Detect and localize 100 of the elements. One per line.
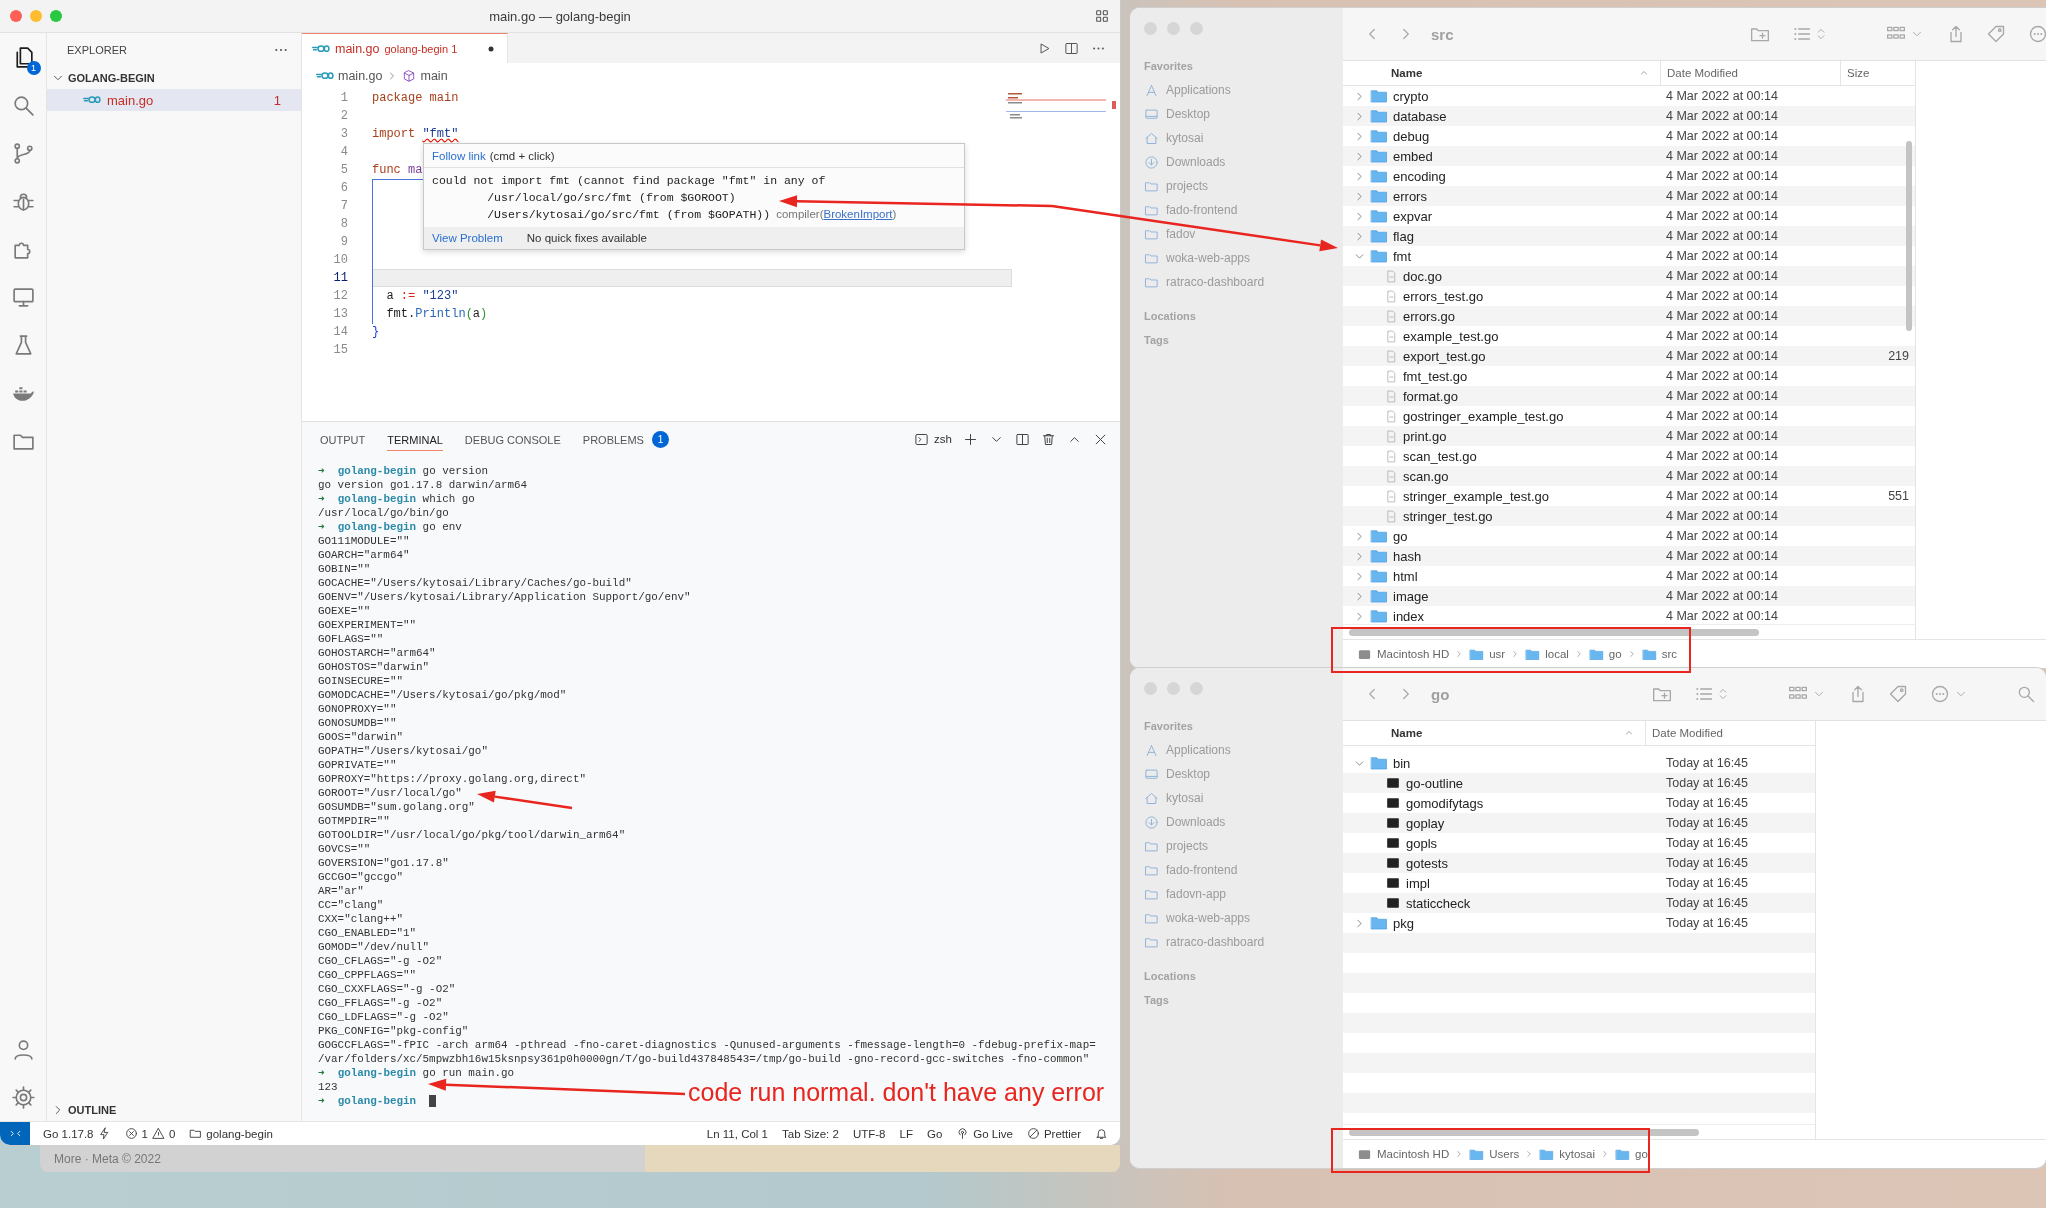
sidebar-title: EXPLORER: [67, 44, 127, 56]
column-header[interactable]: Size: [1840, 61, 1915, 85]
status-item[interactable]: Ln 11, Col 1: [699, 1122, 775, 1145]
path-segment[interactable]: go: [1588, 646, 1622, 662]
date-modified: 4 Mar 2022 at 00:14: [1665, 509, 1779, 523]
terminal-line: CXX="clang++": [318, 912, 403, 926]
status-item[interactable]: golang-begin: [182, 1122, 280, 1145]
terminal-line: /usr/local/go/bin/go: [318, 506, 449, 520]
file-name: gotests: [1406, 855, 1448, 871]
section-label: Tags: [1143, 333, 1170, 348]
link-hint: (cmd + click): [489, 149, 555, 162]
terminal-line: GOARCH="arm64": [318, 548, 410, 562]
folder-title: src: [1431, 25, 1454, 43]
file-name: scan_test.go: [1403, 448, 1477, 464]
line-number: 7: [339, 199, 348, 213]
terminal-line: GOTMPDIR="": [318, 814, 390, 828]
quick-fix-note: No quick fixes available: [526, 232, 647, 244]
file-name: doc.go: [1403, 268, 1443, 284]
panel-tab[interactable]: DEBUG CONSOLE: [464, 427, 561, 451]
folder-header[interactable]: GOLANG-BEGIN: [47, 67, 301, 89]
date-modified: Today at 16:45: [1665, 816, 1749, 830]
date-modified: 4 Mar 2022 at 00:14: [1665, 149, 1779, 163]
line-number: 10: [332, 253, 348, 267]
file-size: 551: [1887, 489, 1910, 503]
status-item[interactable]: LF: [892, 1122, 920, 1145]
path-segment[interactable]: go: [1615, 1146, 1648, 1162]
status-item[interactable]: Go: [919, 1122, 950, 1145]
status-item[interactable]: Go 1.17.8: [36, 1122, 118, 1145]
footer-text: More · Meta © 2022: [54, 1151, 161, 1166]
date-modified: 4 Mar 2022 at 00:14: [1665, 489, 1779, 503]
path-segment[interactable]: usr: [1469, 646, 1506, 662]
terminal-line: GOTOOLDIR="/usr/local/go/pkg/tool/darwin_arm64": [318, 828, 626, 842]
editor-tab[interactable]: main.go golang-begin 1: [302, 33, 508, 63]
line-number: 8: [339, 217, 348, 231]
terminal-line: GOENV="/Users/kytosai/Library/Application Support/go/env": [318, 590, 691, 604]
terminal-line: /var/folders/xc/5mpwzbh16w15ksnpsy361p0h0000gn/T/go-build437848543=/tmp/go-build -gno-record-gcc-switches -fno-common": [318, 1052, 1090, 1066]
terminal-line: CGO_CXXFLAGS="-g -O2": [318, 982, 456, 996]
terminal-line: ➜ golang-begin go run main.go: [318, 1066, 515, 1080]
path-segment[interactable]: kytosai: [1539, 1146, 1596, 1162]
section-label: Locations: [1143, 309, 1197, 324]
column-header[interactable]: Date Modified: [1660, 61, 1840, 85]
terminal-line: ➜ golang-begin which go: [318, 492, 475, 506]
outline-header[interactable]: OUTLINE: [47, 1099, 301, 1121]
terminal-line: GOINSECURE="": [318, 674, 403, 688]
breadcrumb-item[interactable]: main.go: [316, 67, 383, 85]
file-name: scan.go: [1403, 468, 1449, 484]
file-item[interactable]: main.go 1: [47, 89, 301, 111]
terminal-line: CGO_LDFLAGS="-g -O2": [318, 1010, 449, 1024]
column-header[interactable]: Name: [1343, 721, 1645, 745]
section-label: Favorites: [1143, 59, 1194, 74]
date-modified: 4 Mar 2022 at 00:14: [1665, 549, 1779, 563]
path-segment[interactable]: Macintosh HD: [1357, 1146, 1450, 1162]
file-name: staticcheck: [1406, 895, 1471, 911]
date-modified: 4 Mar 2022 at 00:14: [1665, 569, 1779, 583]
file-name: stringer_example_test.go: [1403, 488, 1549, 504]
file-name: index: [1393, 608, 1425, 624]
terminal-line: PKG_CONFIG="pkg-config": [318, 1024, 469, 1038]
follow-link[interactable]: Follow link: [432, 149, 486, 162]
status-item[interactable]: UTF-8: [845, 1122, 893, 1145]
file-name: export_test.go: [1403, 348, 1486, 364]
folder-title: go: [1431, 685, 1450, 703]
line-number: 5: [339, 163, 348, 177]
date-modified: 4 Mar 2022 at 00:14: [1665, 449, 1779, 463]
terminal-line: GOVERSION="go1.17.8": [318, 856, 449, 870]
line-number: 11: [332, 271, 348, 285]
code-line: a := "123": [385, 288, 460, 305]
date-modified: 4 Mar 2022 at 00:14: [1665, 109, 1779, 123]
error-code-link[interactable]: BrokenImport: [823, 208, 893, 220]
path-segment[interactable]: Macintosh HD: [1357, 646, 1450, 662]
terminal-dropdown[interactable]: zsh: [914, 431, 952, 447]
date-modified: 4 Mar 2022 at 00:14: [1665, 469, 1779, 483]
section-label: Tags: [1143, 993, 1170, 1008]
code-line: fmt.Println(a): [385, 306, 489, 323]
column-header[interactable]: Name: [1343, 61, 1660, 85]
file-name: gostringer_example_test.go: [1403, 408, 1564, 424]
terminal-line: GOFLAGS="": [318, 632, 384, 646]
problems-status[interactable]: 1 0: [117, 1122, 183, 1145]
file-name: errors.go: [1403, 308, 1456, 324]
line-number: 9: [339, 235, 348, 249]
file-name: database: [1393, 108, 1447, 124]
panel-tab[interactable]: OUTPUT: [320, 427, 366, 451]
path-segment[interactable]: src: [1641, 646, 1677, 662]
status-item[interactable]: Prettier: [1019, 1122, 1088, 1145]
breadcrumb-item[interactable]: main: [402, 69, 448, 83]
file-name: pkg: [1393, 915, 1414, 931]
terminal-line: GOGCCFLAGS="-fPIC -arch arm64 -pthread -fno-caret-diagnostics -Qunused-arguments -fmessage-length=0 -fdebug-prefix-map=: [318, 1038, 1096, 1052]
panel-tab[interactable]: PROBLEMS: [582, 427, 644, 451]
date-modified: 4 Mar 2022 at 00:14: [1665, 329, 1779, 343]
column-header[interactable]: Date Modified: [1645, 721, 1815, 745]
file-name: example_test.go: [1403, 328, 1499, 344]
date-modified: 4 Mar 2022 at 00:14: [1665, 589, 1779, 603]
panel-tab[interactable]: TERMINAL: [387, 427, 443, 451]
code-line: }: [372, 324, 381, 341]
status-item[interactable]: Tab Size: 2: [775, 1122, 846, 1145]
path-segment[interactable]: local: [1525, 646, 1569, 662]
line-number: 12: [332, 289, 348, 303]
view-problem-link[interactable]: View Problem: [432, 232, 503, 244]
path-segment[interactable]: Users: [1469, 1146, 1520, 1162]
file-name: fmt_test.go: [1403, 368, 1468, 384]
status-item[interactable]: Go Live: [949, 1122, 1020, 1145]
